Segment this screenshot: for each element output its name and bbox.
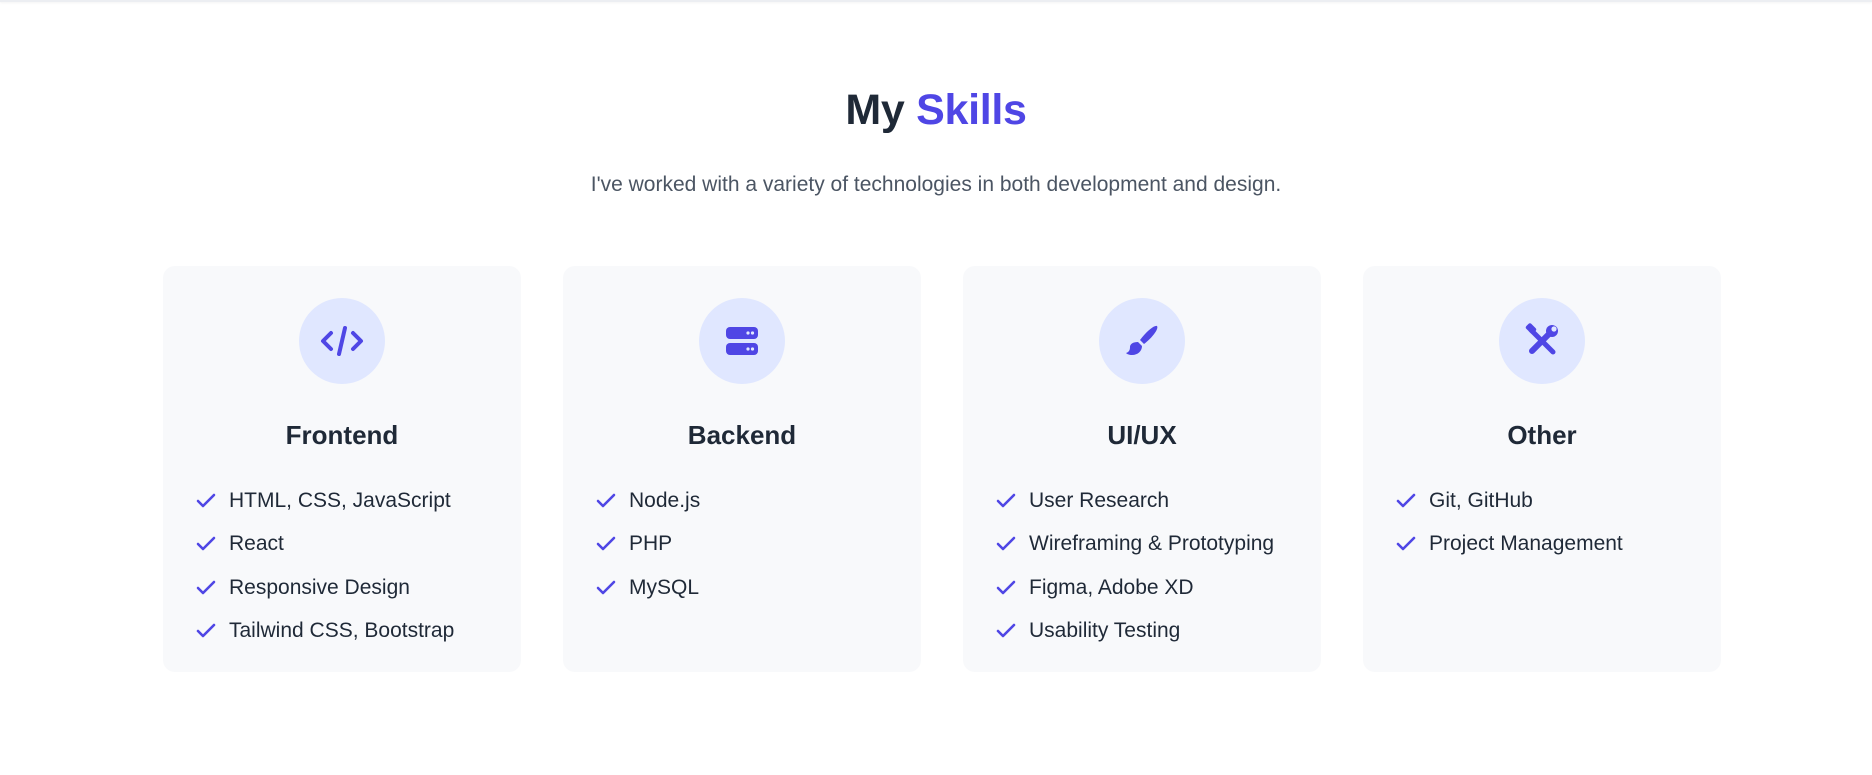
card-title: Frontend bbox=[285, 420, 399, 450]
skills-cards: Frontend HTML, CSS, JavaScript React Res… bbox=[163, 266, 1721, 672]
skill-label: MySQL bbox=[629, 575, 700, 599]
check-icon bbox=[996, 493, 1016, 508]
list-item: Tailwind CSS, Bootstrap bbox=[196, 610, 454, 654]
check-icon bbox=[196, 580, 216, 595]
list-item: Wireframing & Prototyping bbox=[996, 523, 1274, 567]
skill-label: Responsive Design bbox=[229, 575, 410, 599]
skill-label: User Research bbox=[1029, 488, 1170, 512]
skill-label: Figma, Adobe XD bbox=[1029, 575, 1194, 599]
icon-badge bbox=[699, 298, 785, 384]
check-icon bbox=[1396, 536, 1416, 551]
skills-section: My Skills I've worked with a variety of … bbox=[0, 0, 1872, 775]
list-item: User Research bbox=[996, 479, 1274, 523]
skill-list: HTML, CSS, JavaScript React Responsive D… bbox=[196, 479, 454, 653]
paintbrush-icon bbox=[1126, 325, 1158, 355]
check-icon bbox=[996, 536, 1016, 551]
skill-card-frontend: Frontend HTML, CSS, JavaScript React Res… bbox=[163, 266, 521, 672]
check-icon bbox=[996, 623, 1016, 638]
list-item: Responsive Design bbox=[196, 566, 454, 610]
skill-label: React bbox=[229, 532, 284, 556]
tools-icon bbox=[1525, 323, 1558, 355]
skill-card-backend: Backend Node.js PHP MySQL bbox=[563, 266, 921, 672]
skill-card-uiux: UI/UX User Research Wireframing & Protot… bbox=[963, 266, 1321, 672]
skill-label: HTML, CSS, JavaScript bbox=[229, 488, 451, 512]
list-item: React bbox=[196, 523, 454, 567]
check-icon bbox=[596, 580, 616, 595]
skill-label: PHP bbox=[629, 532, 673, 556]
list-item: Project Management bbox=[1396, 523, 1623, 567]
card-title: Other bbox=[1507, 420, 1577, 450]
skill-label: Git, GitHub bbox=[1429, 488, 1533, 512]
list-item: Node.js bbox=[596, 479, 700, 523]
skill-label: Wireframing & Prototyping bbox=[1029, 532, 1275, 556]
list-item: HTML, CSS, JavaScript bbox=[196, 479, 454, 523]
card-title: UI/UX bbox=[1107, 420, 1177, 450]
skill-label: Tailwind CSS, Bootstrap bbox=[229, 619, 455, 643]
check-icon bbox=[196, 536, 216, 551]
check-icon bbox=[196, 493, 216, 508]
skill-card-other: Other Git, GitHub Project Management bbox=[1363, 266, 1721, 672]
server-icon bbox=[726, 327, 758, 355]
list-item: Usability Testing bbox=[996, 610, 1274, 654]
list-item: Git, GitHub bbox=[1396, 479, 1623, 523]
check-icon bbox=[996, 580, 1016, 595]
title-accent: Skills bbox=[916, 86, 1027, 134]
skill-label: Node.js bbox=[629, 488, 701, 512]
skill-list: User Research Wireframing & Prototyping … bbox=[996, 479, 1274, 653]
icon-badge bbox=[1499, 298, 1585, 384]
list-item: PHP bbox=[596, 523, 700, 567]
section-subtitle: I've worked with a variety of technologi… bbox=[590, 173, 1282, 196]
list-item: MySQL bbox=[596, 566, 700, 610]
check-icon bbox=[596, 493, 616, 508]
icon-badge bbox=[299, 298, 385, 384]
code-icon bbox=[321, 326, 363, 356]
skill-label: Project Management bbox=[1429, 532, 1623, 556]
card-title: Backend bbox=[687, 420, 797, 450]
check-icon bbox=[196, 623, 216, 638]
title-part-1: My bbox=[845, 86, 905, 134]
skill-list: Node.js PHP MySQL bbox=[596, 479, 700, 610]
section-title: My Skills bbox=[0, 86, 1872, 135]
icon-badge bbox=[1099, 298, 1185, 384]
skill-label: Usability Testing bbox=[1029, 619, 1181, 643]
check-icon bbox=[596, 536, 616, 551]
list-item: Figma, Adobe XD bbox=[996, 566, 1274, 610]
skill-list: Git, GitHub Project Management bbox=[1396, 479, 1623, 566]
check-icon bbox=[1396, 493, 1416, 508]
